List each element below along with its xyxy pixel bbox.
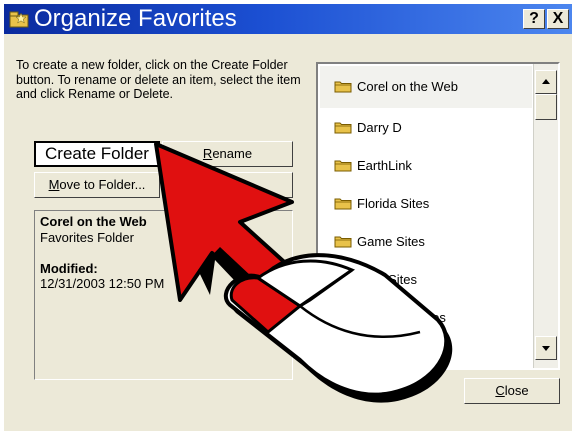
scroll-down-arrow-icon	[542, 346, 550, 351]
favorites-list-item[interactable]: Florida Sites	[334, 192, 429, 214]
details-item-name: Corel on the Web	[40, 214, 147, 229]
scroll-up-button[interactable]	[535, 70, 557, 94]
create-folder-button[interactable]: Create Folder	[34, 141, 160, 167]
favorites-list-item[interactable]: Darry D	[334, 116, 402, 138]
folder-icon	[334, 122, 352, 133]
folder-icon	[334, 160, 352, 171]
folder-icon	[334, 312, 352, 323]
favorites-list-item-label: Florida Sites	[357, 195, 430, 211]
details-panel: Corel on the Web Favorites Folder Modifi…	[34, 210, 293, 380]
instructions-text: To create a new folder, click on the Cre…	[16, 58, 301, 101]
delete-label: elete	[218, 177, 247, 192]
window-title: Organize Favorites	[34, 5, 237, 32]
close-window-button[interactable]: X	[547, 9, 569, 29]
move-to-folder-button[interactable]: Move to Folder...	[34, 172, 160, 198]
favorites-list-item[interactable]: EarthLink	[334, 154, 412, 176]
move-label: ove to Folder...	[59, 177, 146, 192]
folder-icon	[334, 198, 352, 209]
close-button[interactable]: Close	[464, 378, 560, 404]
organize-favorites-dialog: Organize Favorites ? X To create a new f…	[4, 4, 572, 431]
scroll-down-button[interactable]	[535, 336, 557, 360]
details-item-type: Favorites Folder	[40, 230, 134, 245]
rename-accel: R	[202, 146, 213, 161]
favorites-list-item-label: Darry D	[357, 119, 402, 135]
folder-icon	[334, 274, 352, 285]
favorites-list-item-label: Corel on the Web	[357, 78, 458, 94]
favorites-list-item[interactable]: Corel on the Web	[334, 75, 458, 97]
favorites-list-item-label: Hardware Sites	[357, 309, 446, 325]
favorites-list-item-label: Govt Sites	[357, 271, 417, 287]
favorites-list-item-label: Game Sites	[357, 233, 425, 249]
favorites-folder-icon	[9, 11, 29, 28]
close-label: lose	[504, 383, 529, 398]
favorites-list-item[interactable]: Game Sites	[334, 230, 425, 252]
details-modified-label: Modified:	[40, 261, 98, 276]
scroll-thumb[interactable]	[535, 94, 557, 120]
rename-button[interactable]: Rename	[162, 141, 293, 167]
favorites-list-item[interactable]: Hardware Sites	[334, 306, 446, 328]
title-bar[interactable]: Organize Favorites ? X	[4, 4, 572, 34]
favorites-list[interactable]: Corel on the Web Darry D EarthLink Florida …	[316, 62, 560, 370]
details-modified-value: 12/31/2003 12:50 PM	[40, 276, 165, 291]
favorites-list-item[interactable]: Govt Sites	[334, 268, 417, 290]
favorites-list-item-label: EarthLink	[357, 157, 412, 173]
rename-label: ename	[212, 146, 253, 161]
scroll-up-arrow-icon	[542, 79, 550, 84]
folder-icon	[334, 236, 352, 247]
folder-icon	[334, 81, 352, 92]
delete-accel: D	[208, 177, 219, 192]
move-accel: M	[48, 177, 60, 192]
list-scrollbar[interactable]	[533, 64, 558, 368]
close-accel: C	[495, 383, 505, 398]
delete-button[interactable]: Delete	[162, 172, 293, 198]
help-button[interactable]: ?	[523, 9, 545, 29]
